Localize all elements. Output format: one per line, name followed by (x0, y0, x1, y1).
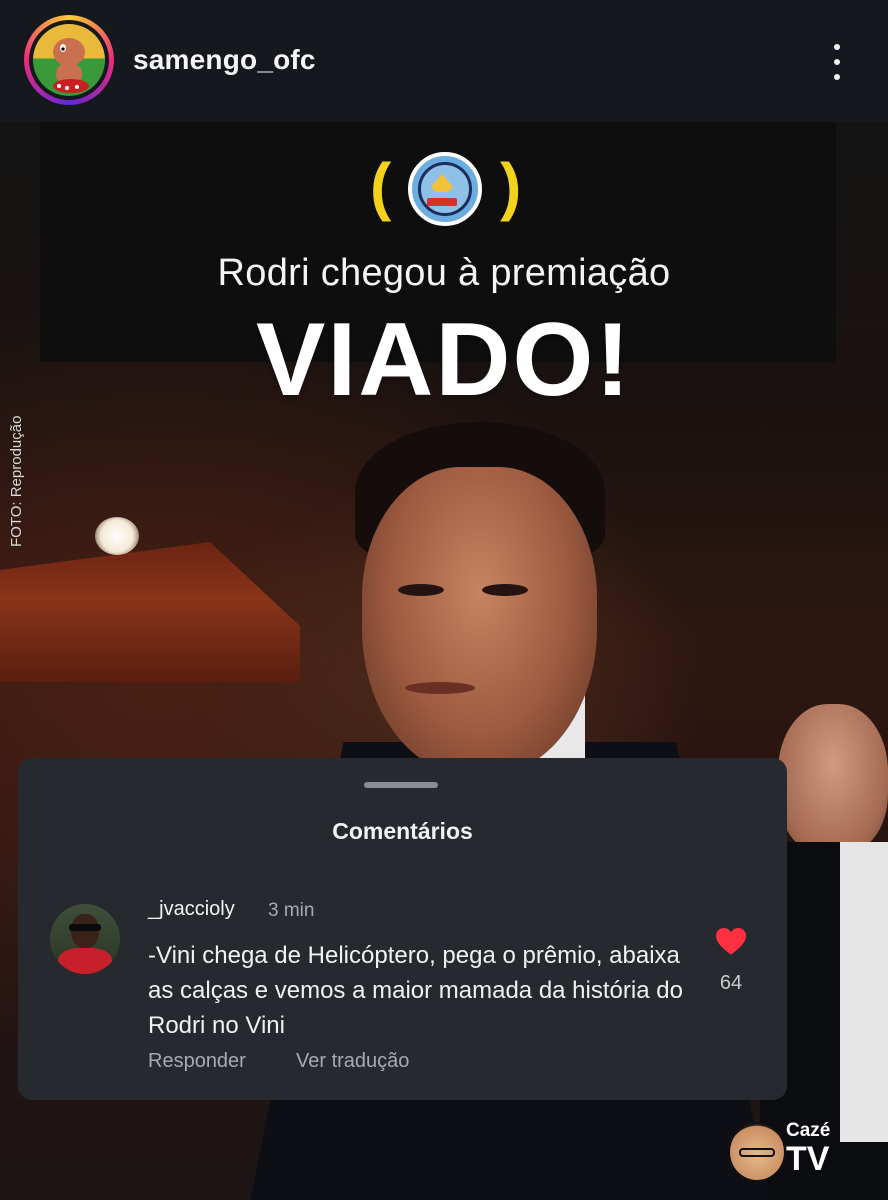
background-awning (0, 542, 300, 682)
comment-text: -Vini chega de Helicóptero, pega o prêmi… (148, 942, 683, 1039)
photo-credit: FOTO: Reprodução (8, 415, 25, 547)
background-person (778, 704, 888, 854)
headline-big-word: VIADO! (256, 302, 632, 418)
paren-right: ) (500, 150, 522, 222)
comment-time: 3 min (268, 900, 315, 921)
caze-tv-watermark: Cazé TV (728, 1118, 838, 1182)
heart-icon[interactable] (714, 926, 748, 956)
reply-button[interactable]: Responder (148, 1050, 246, 1073)
username[interactable]: samengo_ofc (133, 44, 316, 76)
paren-left: ( (370, 150, 392, 222)
sheet-title: Comentários (332, 818, 473, 844)
cartoon-character-icon (53, 38, 89, 93)
background-lamp (95, 517, 139, 555)
watermark-line2: TV (786, 1140, 830, 1178)
more-vertical-icon[interactable] (822, 40, 852, 84)
watermark-line1: Cazé (786, 1120, 831, 1141)
post-header: samengo_ofc (0, 0, 888, 122)
drag-handle[interactable] (364, 782, 438, 788)
manchester-city-badge-icon (408, 152, 482, 226)
like-count: 64 (719, 972, 743, 994)
caze-mascot-icon (728, 1122, 786, 1182)
subject-face (362, 467, 597, 777)
comment-username[interactable]: _jvaccioly (148, 898, 235, 921)
comments-sheet: Comentários _jvaccioly 3 min -Vini chega… (18, 758, 787, 1100)
see-translation-button[interactable]: Ver tradução (296, 1050, 409, 1073)
commenter-avatar[interactable] (50, 904, 120, 974)
headline-text: Rodri chegou à premiação (217, 252, 671, 294)
club-logo: ( ) (370, 150, 522, 232)
avatar-image (33, 24, 105, 96)
profile-avatar[interactable] (24, 15, 114, 105)
